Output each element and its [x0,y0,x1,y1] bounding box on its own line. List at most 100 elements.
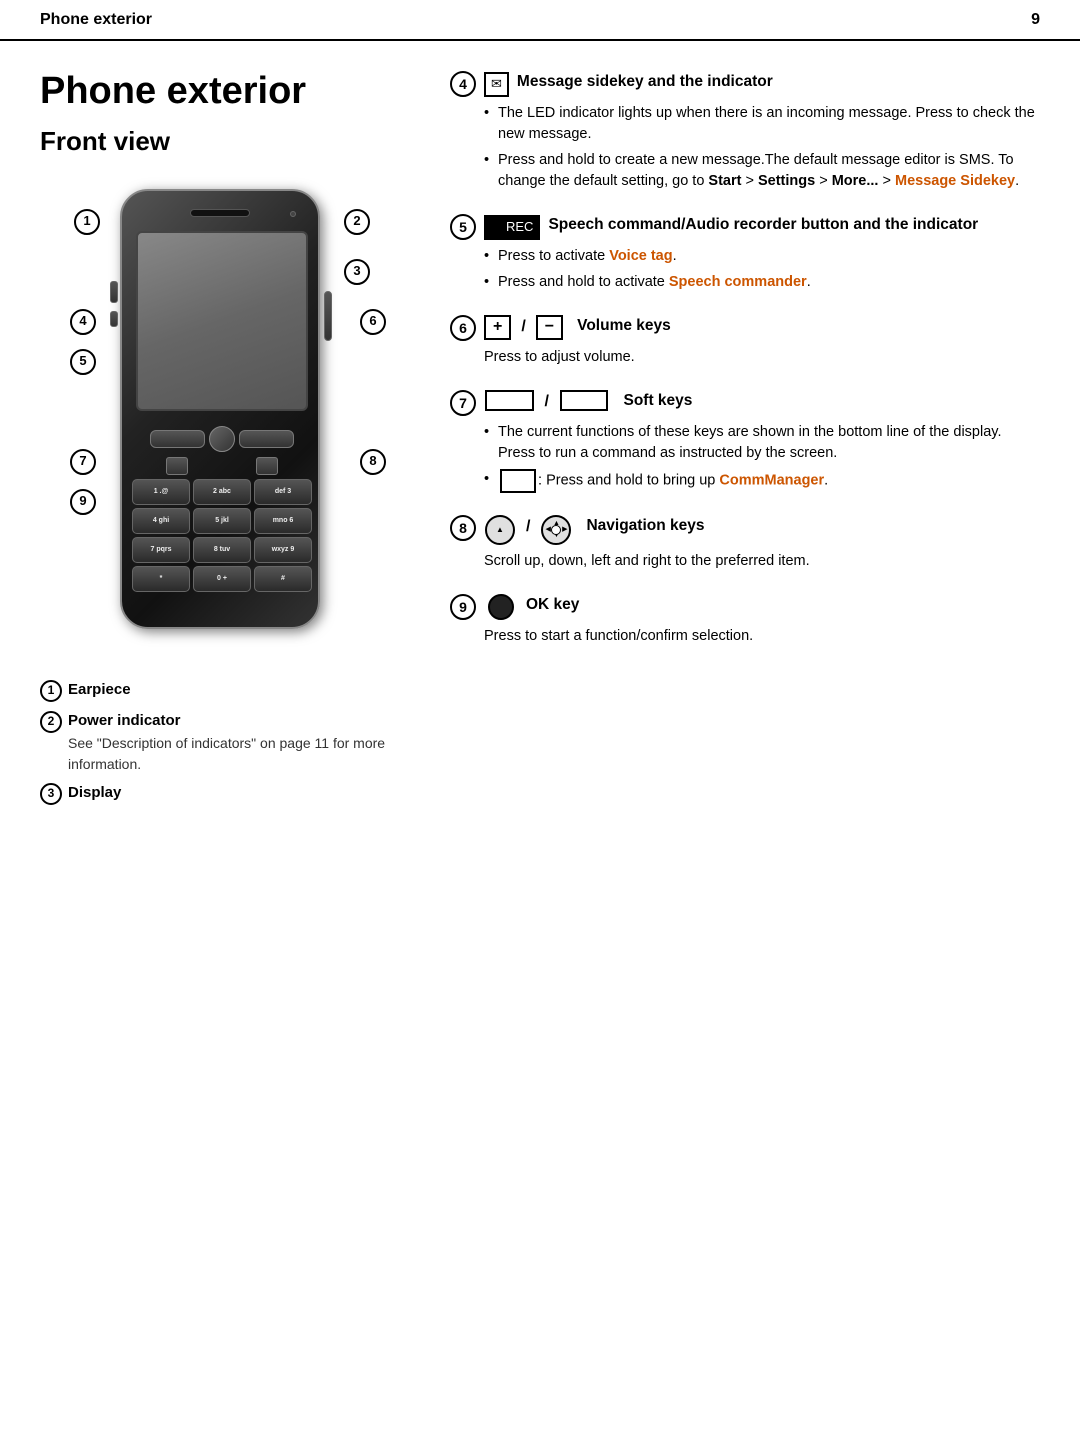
num-key-1: 1 .@ [132,479,190,505]
vol-minus-icon: − [536,315,563,340]
num-key-6: mno 6 [254,508,312,534]
callout-1: 1 [74,209,100,235]
num-key-9: wxyz 9 [254,537,312,563]
feature-7-bullet-1: The current functions of these keys are … [484,422,1040,464]
page: Phone exterior 9 Phone exterior Front vi… [0,0,1080,1438]
feature-5-bullet-1: Press to activate Voice tag. [484,246,1040,267]
feature-num-5: 5 [450,214,476,240]
feature-7-title: Soft keys [623,390,692,412]
callout-3: 3 [344,259,370,285]
feature-5-bullets: Press to activate Voice tag. Press and h… [484,246,1040,293]
left-column: Phone exterior Front view [40,71,420,813]
vol-slash: / [521,315,525,338]
feature-5-title: Speech command/Audio recorder button and… [548,214,978,236]
feature-4-title: Message sidekey and the indicator [517,71,773,93]
feature-4-block: 4 ✉ Message sidekey and the indicator Th… [450,71,1040,192]
numpad: 1 .@ 2 abc def 3 4 ghi 5 jkl mno 6 7 pqr… [132,479,312,592]
feature-5-block: 5 REC Speech command/Audio recorder butt… [450,214,1040,293]
feature-6-title: Volume keys [577,315,671,337]
soft-key-left-icon [485,390,534,411]
phone-screen [136,231,308,411]
soft-key-right-icon [560,390,609,411]
num-key-star: * [132,566,190,592]
num-key-0: 0 + [193,566,251,592]
feature-8-header: 8 ▲ / ▲ ▼ ◀ ▶ Navigation keys [450,515,1040,545]
item-1-label: Earpiece [68,681,131,698]
feature-4-bullet-2: Press and hold to create a new message.T… [484,150,1040,192]
feature-7-body: The current functions of these keys are … [484,422,1040,492]
below-phone-items: 1 Earpiece 2 Power indicator See "Descri… [40,679,420,805]
phone-volume-keys [324,291,332,341]
feature-num-4: 4 [450,71,476,97]
feature-9-block: 9 OK key Press to start a function/confi… [450,594,1040,647]
num-key-5: 5 jkl [193,508,251,534]
nav-key-all-icon: ▲ ▼ ◀ ▶ [541,515,571,545]
feature-9-body: Press to start a function/confirm select… [484,626,1040,647]
item-display: 3 Display [40,782,420,805]
section-title: Front view [40,123,420,161]
feature-6-text: Press to adjust volume. [484,347,1040,368]
back-key [256,457,278,475]
feature-8-body: Scroll up, down, left and right to the p… [484,551,1040,572]
item-2-desc: See "Description of indicators" on page … [68,733,420,774]
feature-num-8: 8 [450,515,476,541]
softkey-slash: / [545,390,549,413]
feature-num-7: 7 [450,390,476,416]
header-page-num: 9 [1031,8,1040,31]
phone-diagram: 1 .@ 2 abc def 3 4 ghi 5 jkl mno 6 7 pqr… [70,179,390,659]
feature-num-6: 6 [450,315,476,341]
page-title: Phone exterior [40,71,420,113]
ok-key-icon [488,594,514,620]
feature-5-body: Press to activate Voice tag. Press and h… [484,246,1040,293]
num-key-7: 7 pqrs [132,537,190,563]
item-power-indicator: 2 Power indicator See "Description of in… [40,710,420,774]
soft-key-left [150,430,205,448]
feature-5-bullet-2: Press and hold to activate Speech comman… [484,272,1040,293]
feature-4-bullet-1: The LED indicator lights up when there i… [484,103,1040,145]
header-title: Phone exterior [40,8,152,31]
feature-6-body: Press to adjust volume. [484,347,1040,368]
feature-4-body: The LED indicator lights up when there i… [484,103,1040,192]
feature-6-block: 6 + / − Volume keys Press to adjust volu… [450,315,1040,368]
home-back-row [132,457,312,475]
callout-4: 4 [70,309,96,335]
phone-rec-key [110,311,118,327]
phone-body: 1 .@ 2 abc def 3 4 ghi 5 jkl mno 6 7 pqr… [120,189,320,629]
num-key-8: 8 tuv [193,537,251,563]
rec-icon: REC [484,215,540,240]
phone-keypad: 1 .@ 2 abc def 3 4 ghi 5 jkl mno 6 7 pqr… [132,426,312,592]
feature-9-title: OK key [526,594,579,616]
item-num-2: 2 [40,711,62,733]
callout-9: 9 [70,489,96,515]
callout-6: 6 [360,309,386,335]
page-header: Phone exterior 9 [0,0,1080,41]
item-earpiece: 1 Earpiece [40,679,420,702]
feature-7-bullet-2: : Press and hold to bring up CommManager… [484,469,1040,492]
feature-8-title: Navigation keys [586,515,704,537]
right-column: 4 ✉ Message sidekey and the indicator Th… [450,71,1040,813]
feature-9-header: 9 OK key [450,594,1040,620]
feature-7-bullets: The current functions of these keys are … [484,422,1040,492]
feature-5-header: 5 REC Speech command/Audio recorder butt… [450,214,1040,240]
phone-msg-key [110,281,118,303]
soft-nav-row [132,426,312,452]
item-num-1: 1 [40,680,62,702]
item-3-label: Display [68,784,121,801]
item-num-3: 3 [40,783,62,805]
num-key-2: 2 abc [193,479,251,505]
num-key-3: def 3 [254,479,312,505]
navkey-slash: / [526,515,530,538]
feature-7-block: 7 / Soft keys The current functions of t… [450,390,1040,492]
callout-8: 8 [360,449,386,475]
commmanager-key-icon [500,469,536,492]
rec-dot [491,223,501,233]
feature-4-bullets: The LED indicator lights up when there i… [484,103,1040,192]
callout-7: 7 [70,449,96,475]
main-content: Phone exterior Front view [0,41,1080,843]
feature-8-text: Scroll up, down, left and right to the p… [484,551,1040,572]
callout-5: 5 [70,349,96,375]
message-sidekey-icon: ✉ [484,72,509,97]
nav-key-up-icon: ▲ [485,515,515,545]
feature-8-block: 8 ▲ / ▲ ▼ ◀ ▶ Navigation keys [450,515,1040,572]
ok-key-visual [209,426,235,452]
